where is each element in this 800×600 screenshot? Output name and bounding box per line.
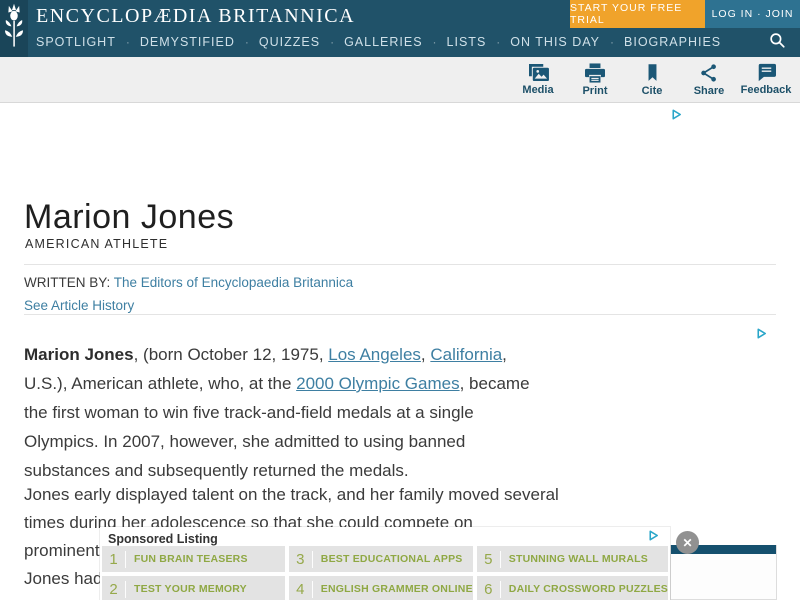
nav-separator: · [125, 35, 130, 49]
byline: WRITTEN BY: The Editors of Encyclopaedia… [24, 274, 353, 315]
article-toolbar: Media Print Cite Share Feedback [0, 57, 800, 103]
britannica-logo[interactable] [0, 0, 28, 57]
article-link[interactable]: 2000 Olympic Games [296, 374, 459, 393]
share-label: Share [693, 84, 725, 97]
nav-item-biographies[interactable]: BIOGRAPHIES [624, 35, 721, 49]
item-number: 1 [102, 550, 126, 568]
nav-separator: · [244, 35, 249, 49]
article-subtitle: AMERICAN ATHLETE [25, 237, 169, 251]
nav-separator: · [610, 35, 615, 49]
article-link[interactable]: California [430, 345, 502, 364]
item-number: 4 [289, 580, 313, 598]
sponsored-link-6[interactable]: 6 DAILY CROSSWORD PUZZLES [476, 576, 668, 600]
brand-wordmark[interactable]: ENCYCLOPÆDIA BRITANNICA [36, 5, 355, 28]
nav-item-lists[interactable]: LISTS [447, 35, 487, 49]
cite-label: Cite [641, 84, 663, 97]
media-button[interactable]: Media [514, 63, 562, 96]
author-link[interactable]: The Editors of Encyclopaedia Britannica [114, 275, 353, 290]
media-label: Media [522, 84, 554, 96]
nav-separator: · [432, 35, 437, 49]
feedback-icon [756, 63, 777, 82]
item-label: TEST YOUR MEMORY [134, 583, 247, 595]
nav-item-on-this-day[interactable]: ON THIS DAY [510, 35, 600, 49]
feedback-button[interactable]: Feedback [740, 63, 792, 96]
print-button[interactable]: Print [571, 62, 619, 97]
paragraph-line: Jones early displayed talent on the trac… [24, 485, 559, 504]
divider [24, 264, 776, 265]
print-icon [584, 62, 606, 83]
nav-separator: · [330, 35, 335, 49]
cite-button[interactable]: Cite [628, 63, 676, 97]
nav-item-spotlight[interactable]: SPOTLIGHT [36, 35, 116, 49]
article-link[interactable]: Los Angeles [328, 345, 421, 364]
feedback-label: Feedback [740, 84, 792, 96]
item-label: ENGLISH GRAMMER ONLINE [320, 583, 473, 595]
article-history-link[interactable]: See Article History [24, 298, 134, 313]
sponsored-title: Sponsored Listing [108, 532, 218, 546]
cite-icon [643, 63, 662, 83]
site-header: ENCYCLOPÆDIA BRITANNICA START YOUR FREE … [0, 0, 800, 57]
nav-item-galleries[interactable]: GALLERIES [344, 35, 422, 49]
sponsored-grid: 1 FUN BRAIN TEASERS 2 TEST YOUR MEMORY 3… [100, 546, 670, 600]
written-by-label: WRITTEN BY: [24, 275, 111, 290]
item-number: 5 [477, 550, 501, 568]
adchoices-icon[interactable] [647, 529, 660, 542]
sponsored-link-3[interactable]: 3 BEST EDUCATIONAL APPS [288, 546, 473, 572]
sponsored-link-5[interactable]: 5 STUNNING WALL MURALS [476, 546, 668, 572]
share-icon [699, 63, 719, 83]
adchoices-icon[interactable] [755, 327, 768, 340]
sponsored-link-4[interactable]: 4 ENGLISH GRAMMER ONLINE [288, 576, 473, 600]
sponsored-link-1[interactable]: 1 FUN BRAIN TEASERS [102, 546, 285, 572]
bold-subject: Marion Jones [24, 345, 134, 364]
thistle-icon [2, 0, 26, 57]
sponsored-listing-ad: Sponsored Listing 1 FUN BRAIN TEASERS 2 … [100, 527, 670, 600]
item-number: 6 [477, 580, 501, 598]
nav-item-demystified[interactable]: DEMYSTIFIED [140, 35, 235, 49]
media-icon [527, 63, 550, 82]
paragraph-text: , (born October 12, 1975, [133, 345, 329, 364]
nav-item-quizzes[interactable]: QUIZZES [259, 35, 320, 49]
search-icon[interactable] [768, 31, 788, 51]
sponsored-link-2[interactable]: 2 TEST YOUR MEMORY [102, 576, 285, 600]
item-label: FUN BRAIN TEASERS [134, 553, 248, 565]
primary-nav: SPOTLIGHT · DEMYSTIFIED · QUIZZES · GALL… [36, 30, 721, 54]
item-number: 3 [289, 550, 313, 568]
article-paragraph-1: Marion Jones, (born October 12, 1975, Lo… [24, 340, 532, 485]
nav-separator: · [496, 35, 501, 49]
item-label: DAILY CROSSWORD PUZZLES [508, 583, 668, 595]
share-button[interactable]: Share [685, 63, 733, 97]
free-trial-button[interactable]: START YOUR FREE TRIAL [570, 0, 705, 28]
close-icon[interactable]: ✕ [676, 531, 699, 554]
adchoices-icon[interactable] [670, 108, 683, 121]
login-join-button[interactable]: LOG IN · JOIN [705, 0, 800, 28]
item-label: BEST EDUCATIONAL APPS [320, 553, 463, 565]
divider [24, 314, 776, 315]
item-number: 2 [102, 580, 126, 598]
page-title: Marion Jones [24, 198, 235, 236]
item-label: STUNNING WALL MURALS [508, 553, 648, 565]
print-label: Print [582, 84, 608, 97]
paragraph-text: , [420, 345, 431, 364]
